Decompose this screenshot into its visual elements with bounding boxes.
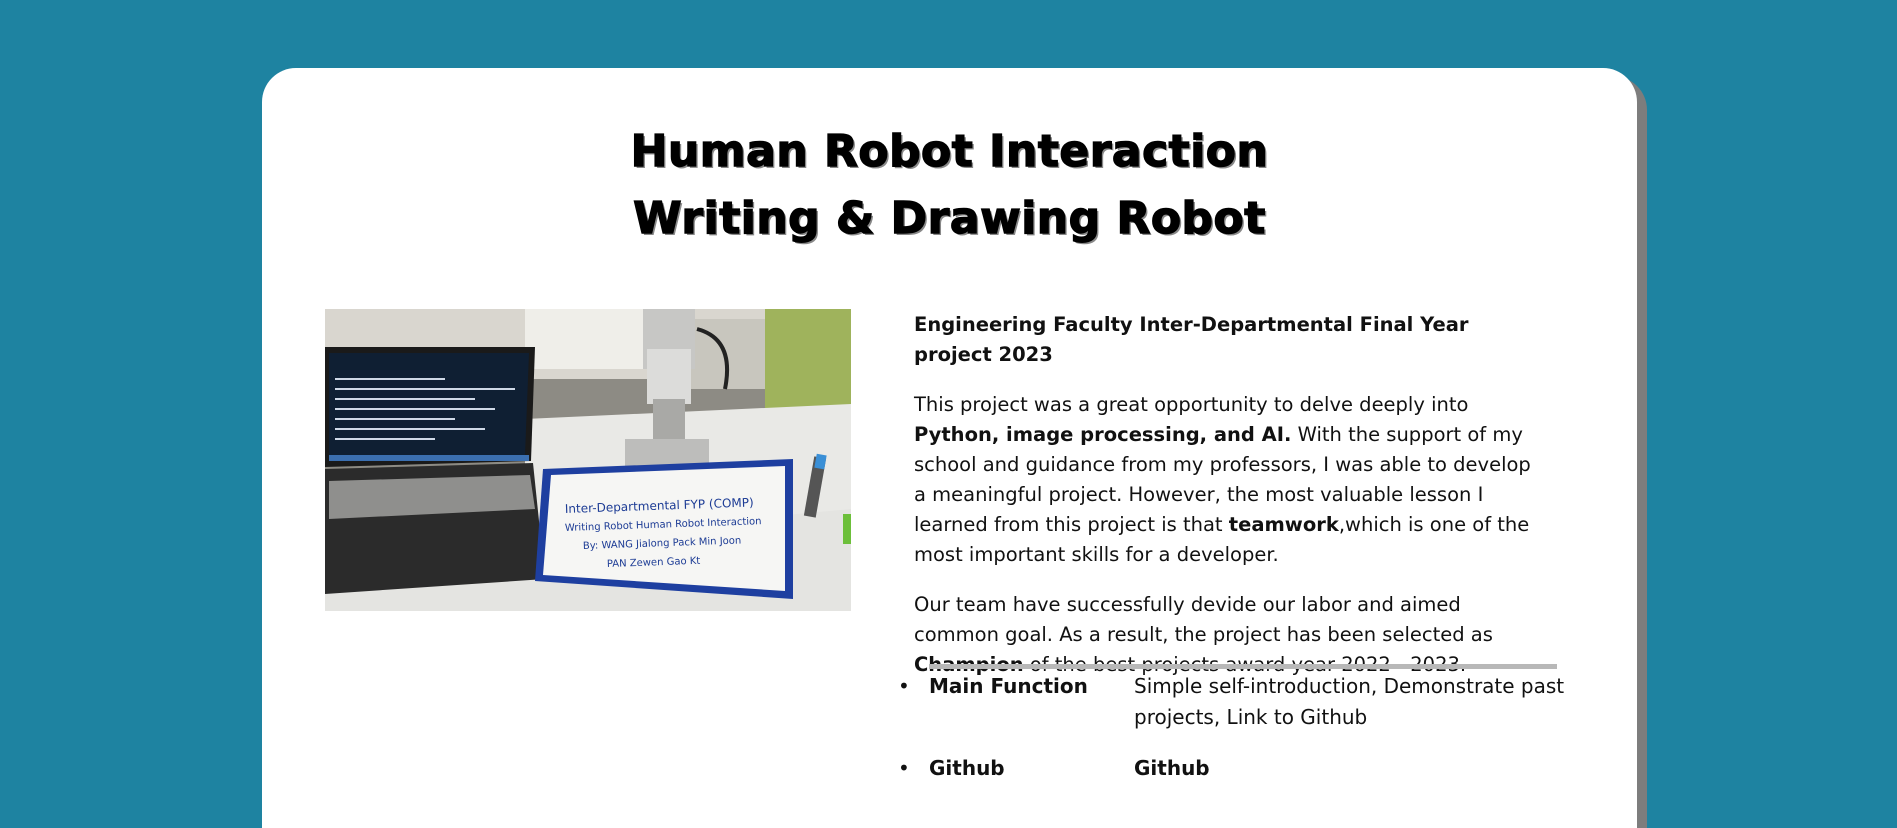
text: This project was a great opportunity to … — [914, 393, 1469, 416]
feature-key: Github — [929, 756, 1005, 780]
divider — [929, 664, 1557, 669]
feature-list: • Main Function Simple self-introduction… — [898, 671, 1634, 804]
feature-row-main-function: • Main Function Simple self-introduction… — [898, 671, 1634, 733]
highlight-skills: Python, image processing, and AI. — [914, 423, 1292, 446]
project-description: Engineering Faculty Inter-Departmental F… — [914, 310, 1534, 700]
project-subheading: Engineering Faculty Inter-Departmental F… — [914, 313, 1469, 366]
feature-row-github: • Github Github — [898, 753, 1634, 784]
highlight-teamwork: teamwork — [1228, 513, 1339, 536]
bullet-icon: • — [898, 674, 910, 698]
feature-value: Simple self-introduction, Demonstrate pa… — [1134, 674, 1565, 729]
paragraph-overview: This project was a great opportunity to … — [914, 390, 1534, 570]
project-photo: Inter-Departmental FYP (COMP) Writing Ro… — [325, 309, 851, 611]
feature-key: Main Function — [929, 674, 1088, 698]
page-title-line1: Human Robot Interaction — [630, 125, 1269, 177]
project-card: Human Robot Interaction Writing & Drawin… — [262, 68, 1637, 828]
page-title-line2: Writing & Drawing Robot — [632, 192, 1266, 244]
bullet-icon: • — [898, 756, 910, 780]
github-link[interactable]: Github — [1134, 753, 1634, 784]
text: Our team have successfully devide our la… — [914, 593, 1493, 646]
